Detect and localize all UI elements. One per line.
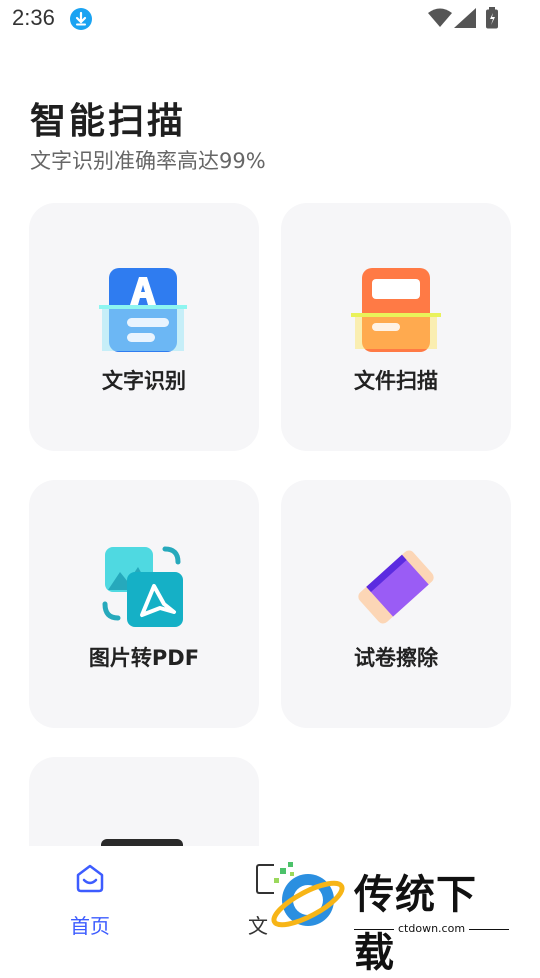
- card-image-to-pdf[interactable]: 图片转PDF: [29, 480, 259, 728]
- file-scan-icon: [346, 265, 446, 355]
- image-to-pdf-icon: [94, 542, 194, 632]
- home-icon: [74, 862, 106, 898]
- status-time: 2:36: [12, 5, 55, 30]
- signal-icon: [454, 8, 476, 32]
- card-file-scan[interactable]: 文件扫描: [281, 203, 511, 451]
- card-eraser[interactable]: 试卷擦除: [281, 480, 511, 728]
- battery-icon: [485, 7, 499, 33]
- card-label: 文件扫描: [354, 369, 438, 393]
- nav-document-label: 文: [248, 914, 268, 938]
- page-title: 智能扫描: [30, 101, 187, 142]
- eraser-icon: [346, 542, 446, 632]
- watermark-logo-icon: [266, 858, 350, 942]
- text-recognition-icon: [94, 265, 194, 355]
- watermark-text: 传统下载: [354, 872, 477, 976]
- card-label: 试卷擦除: [354, 646, 438, 670]
- status-bar: 2:36: [0, 0, 540, 40]
- download-icon: [70, 8, 92, 30]
- wifi-icon: [428, 8, 452, 32]
- page-subtitle: 文字识别准确率高达99%: [30, 149, 266, 173]
- watermark: 传统下载 ctdown.com: [266, 858, 516, 976]
- card-label: 图片转PDF: [88, 646, 200, 670]
- card-label: 文字识别: [102, 369, 186, 393]
- card-text-recognition[interactable]: 文字识别: [29, 203, 259, 451]
- nav-home-label: 首页: [70, 914, 110, 938]
- watermark-url: ctdown.com: [394, 922, 470, 935]
- nav-home[interactable]: 首页: [60, 860, 120, 938]
